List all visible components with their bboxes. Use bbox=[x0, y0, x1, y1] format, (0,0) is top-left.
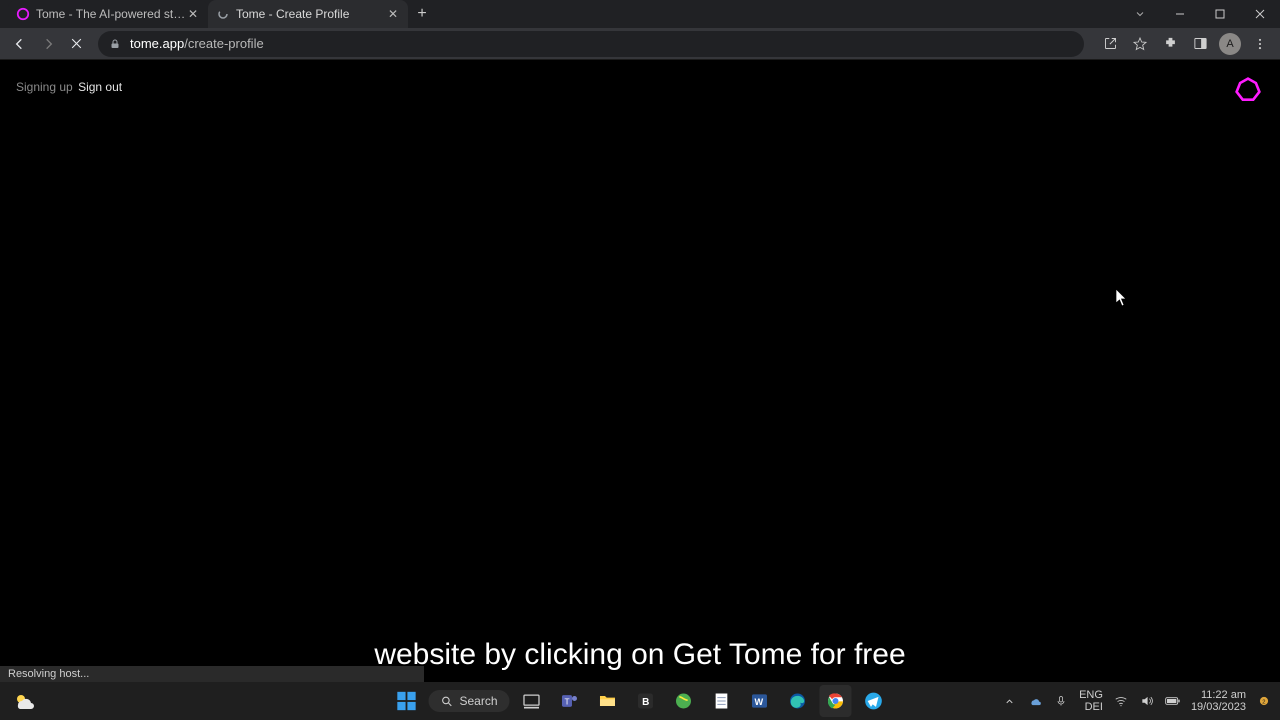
tome-logo-icon bbox=[1234, 76, 1262, 104]
loading-favicon-icon bbox=[216, 7, 230, 21]
taskbar-search[interactable]: Search bbox=[428, 690, 509, 712]
clock[interactable]: 11:22 am 19/03/2023 bbox=[1191, 689, 1246, 713]
svg-text:W: W bbox=[755, 697, 764, 707]
browser-status-bar: Resolving host... bbox=[0, 666, 424, 682]
word-icon[interactable]: W bbox=[744, 685, 776, 717]
sign-out-link[interactable]: Sign out bbox=[78, 80, 122, 94]
address-bar[interactable]: tome.app/create-profile bbox=[98, 31, 1084, 57]
telegram-icon[interactable] bbox=[858, 685, 890, 717]
profile-avatar[interactable]: A bbox=[1216, 30, 1244, 58]
stop-loading-button[interactable] bbox=[62, 30, 90, 58]
taskbar-search-label: Search bbox=[459, 694, 497, 708]
task-view-icon[interactable] bbox=[516, 685, 548, 717]
battery-icon[interactable] bbox=[1165, 693, 1181, 709]
browser-toolbar: tome.app/create-profile A bbox=[0, 28, 1280, 60]
tab-title: Tome - The AI-powered storytell bbox=[36, 7, 186, 21]
tab-create-profile[interactable]: Tome - Create Profile ✕ bbox=[208, 0, 408, 28]
lock-icon bbox=[108, 37, 122, 51]
kebab-menu-icon[interactable] bbox=[1246, 30, 1274, 58]
mic-icon[interactable] bbox=[1053, 693, 1069, 709]
svg-text:B: B bbox=[642, 697, 649, 708]
maximize-button[interactable] bbox=[1200, 0, 1240, 28]
tab-tome-home[interactable]: Tome - The AI-powered storytell ✕ bbox=[8, 0, 208, 28]
windows-taskbar: Search T B W bbox=[0, 682, 1280, 720]
app-b-icon[interactable]: B bbox=[630, 685, 662, 717]
notifications-icon[interactable]: 2 bbox=[1256, 693, 1272, 709]
svg-text:T: T bbox=[565, 696, 570, 706]
taskbar-center: Search T B W bbox=[390, 685, 889, 717]
tray-chevron-icon[interactable] bbox=[1001, 693, 1017, 709]
new-tab-button[interactable]: + bbox=[408, 0, 436, 28]
forward-button[interactable] bbox=[34, 30, 62, 58]
window-controls bbox=[1160, 0, 1280, 28]
weather-widget-icon[interactable] bbox=[12, 690, 36, 714]
tab-strip: Tome - The AI-powered storytell ✕ Tome -… bbox=[0, 0, 436, 28]
chrome-icon[interactable] bbox=[820, 685, 852, 717]
language-indicator[interactable]: ENG DEI bbox=[1079, 689, 1103, 713]
bookmark-star-icon[interactable] bbox=[1126, 30, 1154, 58]
tome-favicon-icon bbox=[16, 7, 30, 21]
tab-search-button[interactable] bbox=[1120, 0, 1160, 28]
taskbar-right: ENG DEI 11:22 am 19/03/2023 2 bbox=[1001, 689, 1272, 713]
back-button[interactable] bbox=[6, 30, 34, 58]
titlebar: Tome - The AI-powered storytell ✕ Tome -… bbox=[0, 0, 1280, 28]
teams-icon[interactable]: T bbox=[554, 685, 586, 717]
edge-icon[interactable] bbox=[782, 685, 814, 717]
signup-status-line: Signing up Sign out bbox=[16, 80, 122, 94]
avatar-letter: A bbox=[1226, 38, 1233, 50]
volume-icon[interactable] bbox=[1139, 693, 1155, 709]
side-panel-icon[interactable] bbox=[1186, 30, 1214, 58]
extensions-icon[interactable] bbox=[1156, 30, 1184, 58]
tab-title: Tome - Create Profile bbox=[236, 7, 386, 21]
notepad-icon[interactable] bbox=[706, 685, 738, 717]
url-text: tome.app/create-profile bbox=[130, 36, 264, 51]
file-explorer-icon[interactable] bbox=[592, 685, 624, 717]
close-window-button[interactable] bbox=[1240, 0, 1280, 28]
start-button[interactable] bbox=[390, 685, 422, 717]
minimize-button[interactable] bbox=[1160, 0, 1200, 28]
share-icon[interactable] bbox=[1096, 30, 1124, 58]
cursor-icon bbox=[1116, 289, 1128, 307]
signing-up-text: Signing up bbox=[16, 80, 73, 94]
svg-text:2: 2 bbox=[1262, 699, 1265, 705]
close-icon[interactable]: ✕ bbox=[386, 7, 400, 21]
page-viewport: Signing up Sign out website by clicking … bbox=[0, 60, 1280, 682]
close-icon[interactable]: ✕ bbox=[186, 7, 200, 21]
toolbar-right: A bbox=[1096, 30, 1274, 58]
onedrive-tray-icon[interactable] bbox=[1027, 693, 1043, 709]
app-globe-icon[interactable] bbox=[668, 685, 700, 717]
wifi-icon[interactable] bbox=[1113, 693, 1129, 709]
